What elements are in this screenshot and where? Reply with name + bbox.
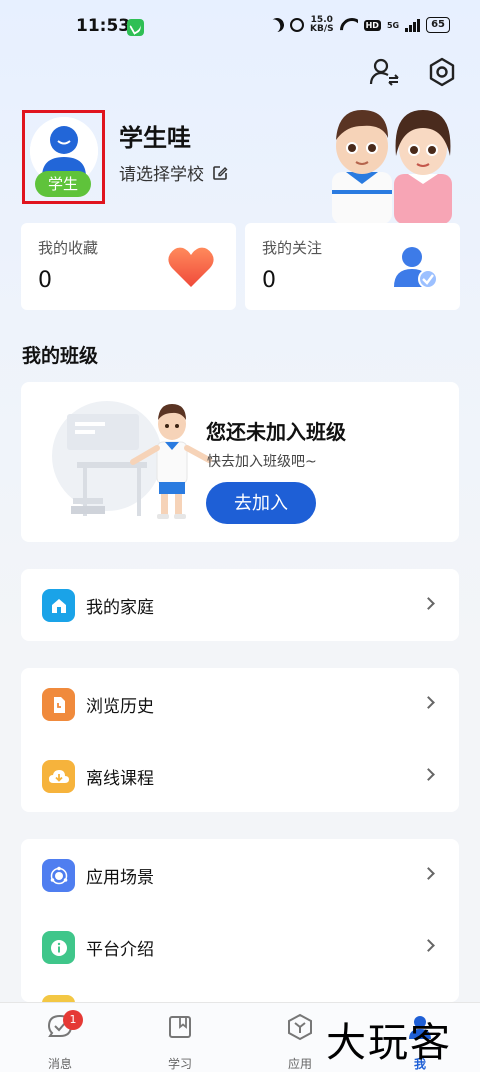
join-class-button[interactable]: 去加入: [206, 482, 316, 524]
apps-icon: [288, 1013, 312, 1041]
following-count: 0: [262, 268, 276, 293]
select-school-label: 请选择学校: [119, 165, 204, 185]
hd-icon: HD: [363, 19, 381, 31]
net-speed-unit: KB/S: [309, 24, 334, 34]
menu-item-my-family[interactable]: 我的家庭: [21, 569, 459, 641]
nav-label-messages: 消息: [47, 1057, 72, 1071]
role-tag: 学生: [35, 171, 91, 197]
menu-label-scenarios: 应用场景: [86, 867, 154, 888]
menu-item-scenarios[interactable]: 应用场景: [21, 839, 459, 911]
class-illustration: [52, 401, 212, 519]
signal-type: 5G: [386, 20, 400, 30]
select-school-link[interactable]: 请选择学校: [119, 160, 228, 185]
favorites-card[interactable]: 我的收藏 0: [21, 223, 236, 310]
chevron-right-icon: [422, 939, 435, 952]
alarm-icon: [289, 18, 304, 32]
status-bar: 11:53 15.0 KB/S HD 5G 65: [0, 0, 480, 54]
book-icon: [169, 1016, 191, 1038]
menu-label-platform-intro: 平台介绍: [86, 939, 154, 960]
call-indicator-icon: [127, 19, 144, 36]
menu-group-history: 浏览历史 离线课程: [21, 668, 459, 812]
wifi-icon: [340, 18, 358, 32]
download-icon: [42, 760, 75, 793]
menu-item-offline-courses[interactable]: 离线课程: [21, 740, 459, 812]
status-time: 11:53: [76, 16, 131, 36]
menu-group-family: 我的家庭: [21, 569, 459, 641]
menu-label-offline-courses: 离线课程: [86, 768, 154, 789]
menu-label-history: 浏览历史: [86, 696, 154, 717]
unread-badge: 1: [63, 1010, 83, 1030]
menu-label-my-family: 我的家庭: [86, 597, 154, 618]
user-name: 学生哇: [119, 124, 191, 152]
nav-label-study: 学习: [167, 1057, 192, 1071]
nav-label-apps: 应用: [287, 1057, 312, 1071]
settings-icon[interactable]: [426, 56, 458, 88]
nav-tab-apps[interactable]: 应用: [270, 1013, 330, 1072]
do-not-disturb-icon: [268, 16, 286, 34]
info-icon: [42, 931, 75, 964]
my-class-title: 我的班级: [22, 345, 99, 367]
heart-icon: [168, 247, 214, 287]
menu-group-platform: 应用场景 平台介绍: [21, 839, 459, 1002]
following-label: 我的关注: [262, 239, 323, 257]
following-card[interactable]: 我的关注 0: [245, 223, 460, 310]
person-check-icon: [394, 247, 438, 289]
class-card: 您还未加入班级 快去加入班级吧~ 去加入: [21, 382, 459, 542]
watermark-text: 大玩客: [326, 1020, 452, 1066]
nav-tab-messages[interactable]: 1 消息: [30, 1010, 90, 1072]
favorites-label: 我的收藏: [38, 239, 99, 257]
no-class-subtitle: 快去加入班级吧~: [207, 454, 317, 470]
battery-icon: 65: [426, 17, 450, 33]
edit-icon[interactable]: [212, 165, 228, 181]
history-icon: [42, 688, 75, 721]
battery-level: 65: [431, 19, 445, 30]
favorites-count: 0: [38, 268, 52, 293]
chevron-right-icon: [422, 867, 435, 880]
chevron-right-icon: [422, 696, 435, 709]
chevron-right-icon: [422, 768, 435, 781]
nav-tab-study[interactable]: 学习: [150, 1013, 210, 1072]
menu-item-history[interactable]: 浏览历史: [21, 668, 459, 740]
avatar[interactable]: 学生: [22, 110, 105, 204]
switch-account-icon[interactable]: [368, 56, 400, 88]
scene-icon: [42, 859, 75, 892]
chevron-right-icon: [422, 597, 435, 610]
kids-illustration: [332, 110, 452, 224]
home-icon: [42, 589, 75, 622]
no-class-title: 您还未加入班级: [206, 420, 346, 444]
signal-icon: [405, 18, 421, 32]
status-icons: 15.0 KB/S HD 5G 65: [270, 16, 450, 34]
menu-item-platform-intro[interactable]: 平台介绍: [21, 911, 459, 983]
partial-menu-icon: [42, 995, 75, 1002]
net-speed: 15.0 KB/S: [310, 16, 334, 34]
